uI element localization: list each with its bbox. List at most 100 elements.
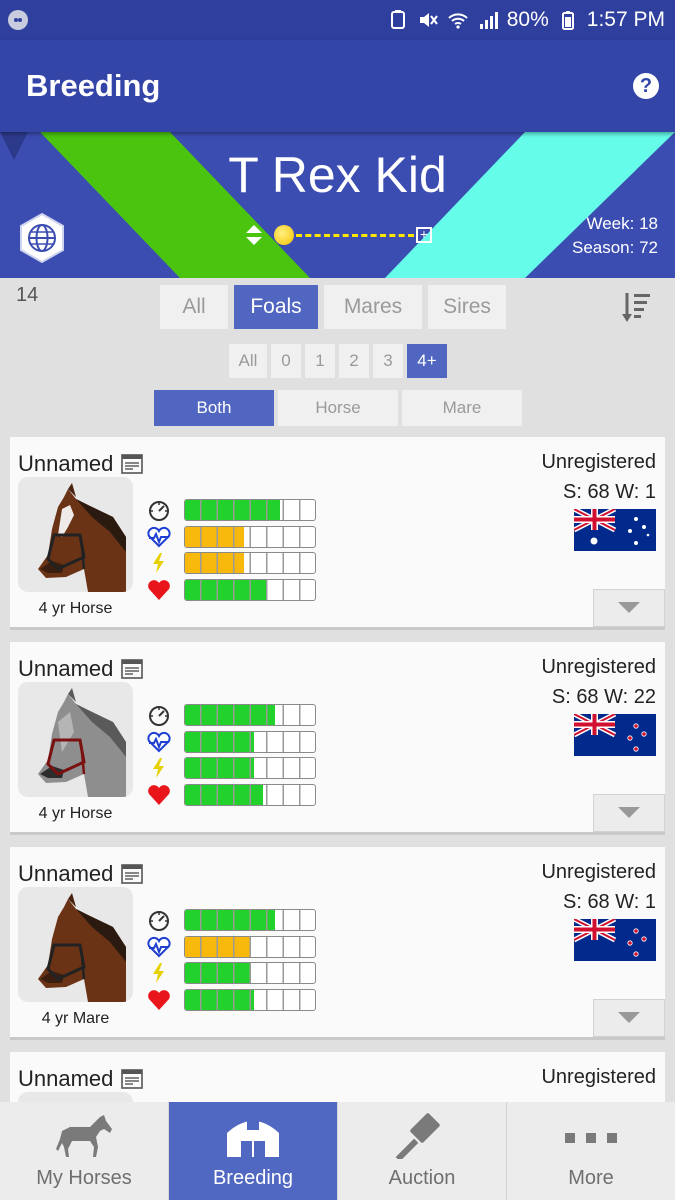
sex-mare[interactable]: Mare bbox=[402, 390, 522, 426]
age-4-plus[interactable]: 4+ bbox=[407, 344, 447, 378]
sex-horse[interactable]: Horse bbox=[278, 390, 398, 426]
age-1[interactable]: 1 bbox=[305, 344, 335, 378]
nav-label: Auction bbox=[388, 1167, 456, 1189]
age-all[interactable]: All bbox=[229, 344, 267, 378]
horse-name-row: Unnamed bbox=[18, 656, 144, 682]
age-sex-label: 4 yr Horse bbox=[38, 805, 113, 822]
stat-stamina bbox=[146, 524, 316, 551]
stat-heart bbox=[146, 782, 316, 809]
speedometer-icon bbox=[146, 908, 172, 932]
speedometer-icon bbox=[146, 703, 172, 727]
horse-portrait[interactable] bbox=[18, 1092, 133, 1102]
result-count: 14 bbox=[16, 284, 39, 306]
stat-bars bbox=[146, 702, 316, 808]
season-week: S: 68 W: 1 bbox=[562, 891, 656, 913]
stat-stamina bbox=[146, 934, 316, 961]
stat-bar bbox=[184, 525, 316, 548]
tab-sires[interactable]: Sires bbox=[428, 285, 506, 329]
age-filter: All 0 1 2 3 4+ bbox=[229, 344, 447, 378]
certificate-icon[interactable] bbox=[121, 863, 144, 885]
horse-name-row: Unnamed bbox=[18, 1066, 144, 1092]
age-3[interactable]: 3 bbox=[373, 344, 403, 378]
australia-flag-icon bbox=[574, 509, 656, 551]
horse-portrait[interactable] bbox=[18, 682, 133, 797]
stat-bar bbox=[184, 499, 316, 522]
horse-card[interactable]: Unnamed Unregistered S: 68 W: 22 4 yr Ho… bbox=[10, 642, 665, 835]
expand-button[interactable] bbox=[593, 589, 665, 627]
age-0[interactable]: 0 bbox=[271, 344, 301, 378]
nav-my-horses[interactable]: My Horses bbox=[0, 1102, 169, 1200]
wifi-icon bbox=[448, 13, 468, 29]
help-circle-icon[interactable]: ? bbox=[633, 73, 659, 99]
season-progress: + bbox=[244, 224, 432, 246]
horse-card[interactable]: Unnamed Unregistered S: 68 W: 1 4 yr Hor… bbox=[10, 437, 665, 630]
tab-foals[interactable]: Foals bbox=[234, 285, 318, 329]
season-week: S: 68 W: 1 bbox=[562, 481, 656, 503]
chevron-down-icon bbox=[618, 807, 640, 818]
stat-speed bbox=[146, 907, 316, 934]
age-2[interactable]: 2 bbox=[339, 344, 369, 378]
signal-icon bbox=[479, 12, 498, 29]
page-title: Breeding bbox=[26, 68, 161, 103]
stat-bar bbox=[184, 909, 316, 932]
certificate-icon[interactable] bbox=[121, 453, 144, 475]
farm-banner: T Rex Kid + Week: 18 Season: 72 bbox=[0, 132, 675, 278]
age-sex-label: 4 yr Horse bbox=[38, 600, 113, 617]
horse-name: Unnamed bbox=[18, 1066, 114, 1091]
horse-card[interactable]: Unnamed Unregistered bbox=[10, 1052, 665, 1102]
stamina-heart-icon bbox=[146, 730, 172, 754]
stat-bar bbox=[184, 988, 316, 1011]
nav-breeding[interactable]: Breeding bbox=[169, 1102, 338, 1200]
stat-bars bbox=[146, 497, 316, 603]
horse-list: Unnamed Unregistered S: 68 W: 1 4 yr Hor… bbox=[0, 436, 675, 1102]
season-week: S: 68 W: 22 bbox=[551, 686, 656, 708]
stat-stamina bbox=[146, 729, 316, 756]
barn-icon bbox=[227, 1121, 279, 1157]
stat-speed bbox=[146, 497, 316, 524]
horse-portrait[interactable] bbox=[18, 477, 133, 592]
gavel-icon bbox=[395, 1113, 440, 1159]
plus-box-icon: + bbox=[416, 227, 432, 243]
registration-status: Unregistered bbox=[541, 861, 656, 883]
up-down-arrow-icon[interactable] bbox=[244, 224, 264, 246]
horse-name: Unnamed bbox=[18, 451, 114, 476]
stat-bar bbox=[184, 704, 316, 727]
new-zealand-flag-icon bbox=[574, 919, 656, 961]
stat-bar bbox=[184, 552, 316, 575]
nav-more[interactable]: More bbox=[507, 1102, 675, 1200]
expand-button[interactable] bbox=[593, 999, 665, 1037]
sort-icon[interactable] bbox=[621, 290, 653, 324]
clock: 1:57 PM bbox=[586, 8, 665, 31]
heart-icon bbox=[146, 783, 172, 807]
expand-button[interactable] bbox=[593, 794, 665, 832]
stat-bar bbox=[184, 935, 316, 958]
chevron-down-icon bbox=[618, 1012, 640, 1023]
heart-icon bbox=[146, 988, 172, 1012]
lightning-icon bbox=[146, 551, 172, 575]
horse-name-row: Unnamed bbox=[18, 861, 144, 887]
bottom-navigation: My Horses Breeding Auction More bbox=[0, 1102, 675, 1200]
lightning-icon bbox=[146, 756, 172, 780]
stamina-heart-icon bbox=[146, 935, 172, 959]
horse-name-row: Unnamed bbox=[18, 451, 144, 477]
notification-icon bbox=[8, 10, 28, 30]
speedometer-icon bbox=[146, 498, 172, 522]
filter-area: 14 All Foals Mares Sires All 0 1 2 3 4+ … bbox=[0, 278, 675, 436]
stat-acceleration bbox=[146, 960, 316, 987]
tab-mares[interactable]: Mares bbox=[324, 285, 422, 329]
stat-heart bbox=[146, 577, 316, 604]
globe-icon[interactable] bbox=[16, 212, 68, 264]
lightning-icon bbox=[146, 961, 172, 985]
age-sex-label: 4 yr Mare bbox=[41, 1010, 110, 1027]
week-season-info: Week: 18 Season: 72 bbox=[572, 212, 658, 260]
nav-auction[interactable]: Auction bbox=[338, 1102, 507, 1200]
sex-both[interactable]: Both bbox=[154, 390, 274, 426]
certificate-icon[interactable] bbox=[121, 1068, 144, 1090]
horse-portrait[interactable] bbox=[18, 887, 133, 1002]
sex-filter: Both Horse Mare bbox=[154, 390, 522, 426]
certificate-icon[interactable] bbox=[121, 658, 144, 680]
tab-all[interactable]: All bbox=[160, 285, 228, 329]
stat-acceleration bbox=[146, 755, 316, 782]
horse-card[interactable]: Unnamed Unregistered S: 68 W: 1 4 yr Mar… bbox=[10, 847, 665, 1040]
category-tabs: All Foals Mares Sires bbox=[160, 285, 506, 329]
